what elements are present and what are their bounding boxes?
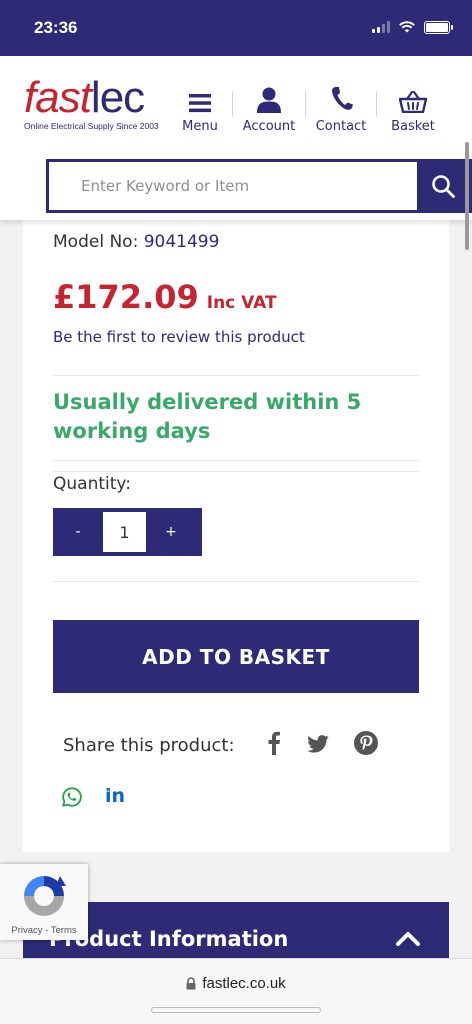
status-icons (372, 20, 453, 34)
divider (53, 375, 419, 376)
account-icon (257, 87, 281, 113)
header-nav: Menu Account Contact Basket (168, 78, 449, 134)
phone-icon (332, 87, 353, 110)
recaptcha-badge[interactable]: Privacy - Terms (0, 864, 88, 940)
product-price: £172.09 (53, 278, 199, 316)
price-vat-label: Inc VAT (206, 293, 277, 313)
share-label: Share this product: (63, 735, 235, 756)
quantity-increase-button[interactable]: + (146, 508, 196, 556)
product-details-card: Model No: 9041499 £172.09 Inc VAT Be the… (23, 210, 449, 852)
divider (53, 581, 419, 582)
home-indicator (151, 1007, 321, 1013)
quantity-decrease-button[interactable]: - (53, 508, 103, 556)
menu-icon (189, 94, 211, 113)
status-bar: 23:36 (0, 0, 472, 56)
divider (53, 471, 419, 472)
linkedin-icon[interactable]: in (103, 784, 127, 808)
nav-contact-label: Contact (315, 119, 367, 134)
search-icon (432, 175, 455, 198)
nav-contact-button[interactable]: Contact (306, 78, 376, 134)
model-number-label: Model No: (53, 232, 139, 252)
facebook-icon[interactable] (263, 730, 285, 756)
divider (53, 460, 419, 461)
search-input[interactable] (49, 162, 417, 210)
nav-menu-label: Menu (182, 119, 218, 134)
nav-menu-button[interactable]: Menu (168, 78, 232, 134)
battery-icon (424, 20, 453, 34)
url-text: fastlec.co.uk (202, 975, 286, 992)
fastlec-logo[interactable]: fastlec Online Electrical Supply Since 2… (24, 76, 159, 132)
logo-tagline: Online Electrical Supply Since 2003 (24, 121, 159, 131)
search-bar (46, 159, 472, 213)
recaptcha-privacy-terms[interactable]: Privacy - Terms (0, 925, 88, 936)
site-header: fastlec Online Electrical Supply Since 2… (0, 56, 472, 220)
search-button[interactable] (417, 162, 469, 210)
nav-basket-button[interactable]: Basket (377, 78, 449, 134)
review-link[interactable]: Be the first to review this product (53, 328, 305, 346)
url-row[interactable]: fastlec.co.uk (0, 975, 472, 992)
whatsapp-icon[interactable] (61, 786, 83, 808)
nav-basket-label: Basket (391, 119, 435, 134)
quantity-label: Quantity: (53, 474, 131, 494)
model-number: Model No: 9041499 (53, 232, 219, 252)
logo-fast-text: fast (24, 73, 92, 122)
model-number-value: 9041499 (143, 232, 220, 252)
wifi-icon (399, 21, 415, 33)
twitter-icon[interactable] (305, 732, 331, 756)
price-row: £172.09 Inc VAT (53, 278, 277, 316)
nav-account-button[interactable]: Account (233, 78, 305, 134)
logo-lec-text: lec (90, 73, 145, 122)
page-scrollbar[interactable] (465, 142, 469, 250)
nav-account-label: Account (242, 119, 296, 134)
logo-wordmark: fastlec (24, 76, 159, 120)
add-to-basket-button[interactable]: ADD TO BASKET (53, 620, 419, 693)
recaptcha-logo-icon (24, 876, 66, 916)
chevron-up-icon (396, 932, 420, 946)
basket-icon (399, 91, 427, 113)
lock-icon (186, 977, 196, 990)
status-time: 23:36 (34, 18, 78, 37)
browser-address-bar: fastlec.co.uk (0, 958, 472, 1024)
delivery-estimate: Usually delivered within 5 working days (53, 390, 362, 443)
pinterest-icon[interactable] (353, 730, 379, 756)
signal-icon (372, 21, 390, 33)
quantity-stepper: - + (53, 508, 202, 556)
quantity-input[interactable] (103, 512, 146, 552)
